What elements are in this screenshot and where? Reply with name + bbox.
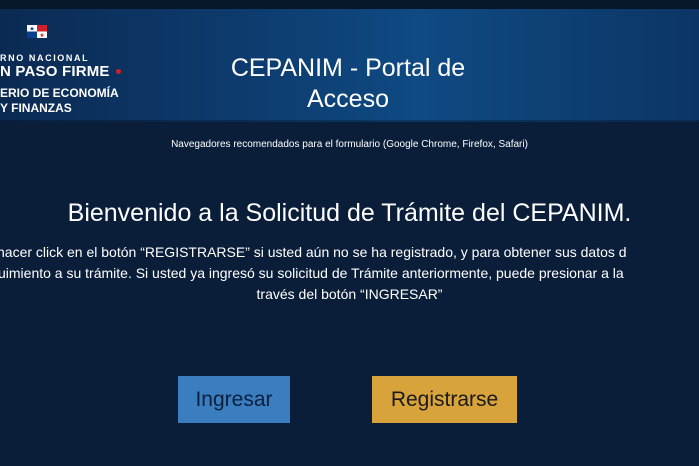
slogan-dot-icon bbox=[116, 69, 121, 74]
page-header: RNO NACIONAL N PASO FIRME ERIO DE ECONOM… bbox=[0, 9, 699, 122]
top-strip bbox=[0, 0, 699, 9]
ministry-name-line1: ERIO DE ECONOMÍA bbox=[0, 86, 119, 100]
instructions-line3: través del botón “INGRESAR” bbox=[256, 286, 443, 302]
panama-flag-icon bbox=[27, 25, 47, 38]
government-logo: RNO NACIONAL N PASO FIRME ERIO DE ECONOM… bbox=[0, 21, 135, 116]
portal-title-line1: CEPANIM - Portal de bbox=[230, 54, 466, 82]
government-slogan: N PASO FIRME bbox=[0, 63, 110, 80]
ingresar-button[interactable]: Ingresar bbox=[178, 376, 290, 423]
instructions-line1: hacer click en el botón “REGISTRARSE” si… bbox=[0, 244, 627, 260]
portal-title: CEPANIM - Portal de Acceso bbox=[190, 53, 506, 115]
portal-title-line2: Acceso bbox=[307, 85, 389, 113]
browser-recommendation: Navegadores recomendados para el formula… bbox=[171, 139, 528, 150]
welcome-heading: Bienvenido a la Solicitud de Trámite del… bbox=[67, 199, 632, 227]
ministry-name-line2: Y FINANZAS bbox=[0, 101, 72, 115]
government-label: RNO NACIONAL bbox=[0, 53, 90, 63]
instructions-line2: uimiento a su trámite. Si usted ya ingre… bbox=[0, 265, 624, 281]
registrarse-button[interactable]: Registrarse bbox=[372, 376, 517, 423]
